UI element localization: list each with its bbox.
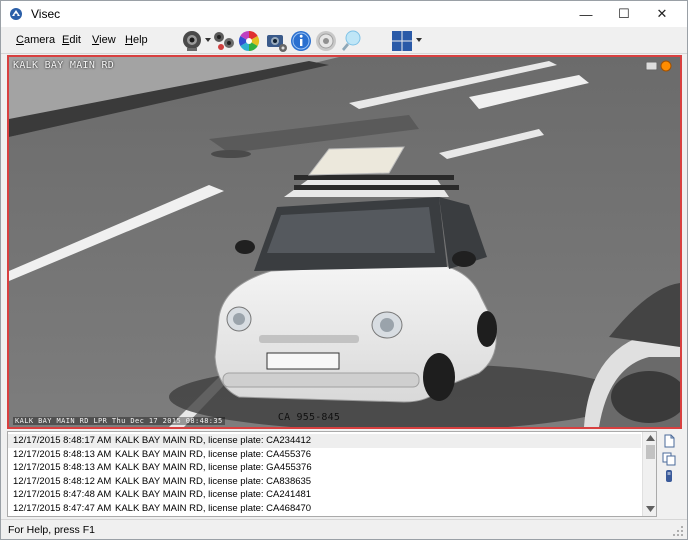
camera-name-label: KALK BAY MAIN RD — [13, 60, 115, 71]
log-message: KALK BAY MAIN RD, license plate: CA45537… — [115, 448, 312, 460]
log-message: KALK BAY MAIN RD, license plate: CA83863… — [115, 475, 312, 487]
scroll-up-icon[interactable] — [646, 435, 655, 441]
log-message: KALK BAY MAIN RD, license plate: CA24148… — [115, 489, 312, 500]
log-scrollbar[interactable] — [642, 432, 656, 516]
list-item[interactable]: 12/17/2015 8:47:47 AM KALK BAY MAIN RD, … — [8, 502, 641, 516]
menu-view[interactable]: View — [92, 34, 116, 46]
log-time: 12/17/2015 8:48:17 AM — [13, 435, 112, 446]
close-button[interactable]: ✕ — [643, 1, 681, 27]
video-timestamp-overlay: KALK BAY MAIN RD LPR Thu Dec 17 2015 08:… — [13, 417, 225, 425]
list-item[interactable]: 12/17/2015 8:47:48 AM KALK BAY MAIN RD, … — [8, 488, 641, 502]
camera-feed-image — [9, 57, 680, 427]
log-time: 12/17/2015 8:48:12 AM — [13, 475, 112, 487]
event-log-list[interactable]: 12/17/2015 8:48:17 AM KALK BAY MAIN RD, … — [7, 431, 657, 517]
status-bar: For Help, press F1 — [1, 519, 687, 539]
scroll-down-icon[interactable] — [646, 506, 655, 512]
list-item[interactable]: 12/17/2015 8:48:13 AM KALK BAY MAIN RD, … — [8, 448, 641, 462]
log-time: 12/17/2015 8:47:48 AM — [13, 489, 112, 500]
list-item[interactable]: 12/17/2015 8:48:17 AM KALK BAY MAIN RD, … — [8, 434, 641, 448]
menu-camera[interactable]: Camera — [16, 34, 55, 46]
log-time: 12/17/2015 8:48:13 AM — [13, 462, 112, 473]
layout-dropdown-icon[interactable] — [416, 38, 422, 42]
color-wheel-icon[interactable] — [237, 29, 261, 53]
camera-settings-icon[interactable] — [264, 29, 288, 53]
webcam-icon[interactable] — [180, 29, 204, 53]
resize-grip-icon[interactable] — [673, 526, 684, 537]
log-message: KALK BAY MAIN RD, license plate: GA45537… — [115, 462, 312, 473]
license-plate-text: CA 955-845 — [277, 412, 341, 423]
record-indicator-icon[interactable] — [644, 60, 674, 72]
layout-grid-icon[interactable] — [390, 29, 414, 53]
log-time: 12/17/2015 8:48:13 AM — [13, 448, 112, 460]
menu-toolbar: Camera Edit View Help — [1, 27, 687, 54]
copy-document-icon[interactable] — [662, 452, 676, 466]
status-text: For Help, press F1 — [8, 524, 95, 536]
menu-help[interactable]: Help — [125, 34, 148, 46]
app-logo-icon — [10, 8, 22, 20]
log-message: KALK BAY MAIN RD, license plate: CA23441… — [115, 435, 312, 446]
window-title: Visec — [31, 7, 61, 21]
list-item[interactable]: 12/17/2015 8:48:13 AM KALK BAY MAIN RD, … — [8, 461, 641, 475]
minimize-button[interactable]: — — [567, 1, 605, 27]
lightbulb-icon[interactable] — [339, 29, 363, 53]
webcam-dropdown-icon[interactable] — [205, 38, 211, 42]
info-icon[interactable] — [289, 29, 313, 53]
list-item[interactable]: 12/17/2015 8:48:12 AM KALK BAY MAIN RD, … — [8, 475, 641, 489]
usb-drive-icon[interactable] — [662, 469, 676, 483]
title-bar[interactable]: Visec — ☐ ✕ — [1, 1, 687, 27]
camera-video-panel[interactable]: KALK BAY MAIN RD CA 955-845 KALK BAY MAI… — [7, 55, 682, 429]
log-message: KALK BAY MAIN RD, license plate: CA46847… — [115, 502, 312, 514]
new-document-icon[interactable] — [662, 434, 676, 448]
scrollbar-thumb[interactable] — [646, 445, 655, 459]
application-window: Visec — ☐ ✕ Camera Edit View Help KALK B… — [0, 0, 688, 540]
camera-group-icon[interactable] — [212, 29, 236, 53]
log-time: 12/17/2015 8:47:47 AM — [13, 502, 112, 514]
menu-edit[interactable]: Edit — [62, 34, 81, 46]
target-icon[interactable] — [314, 29, 338, 53]
maximize-button[interactable]: ☐ — [605, 1, 643, 27]
